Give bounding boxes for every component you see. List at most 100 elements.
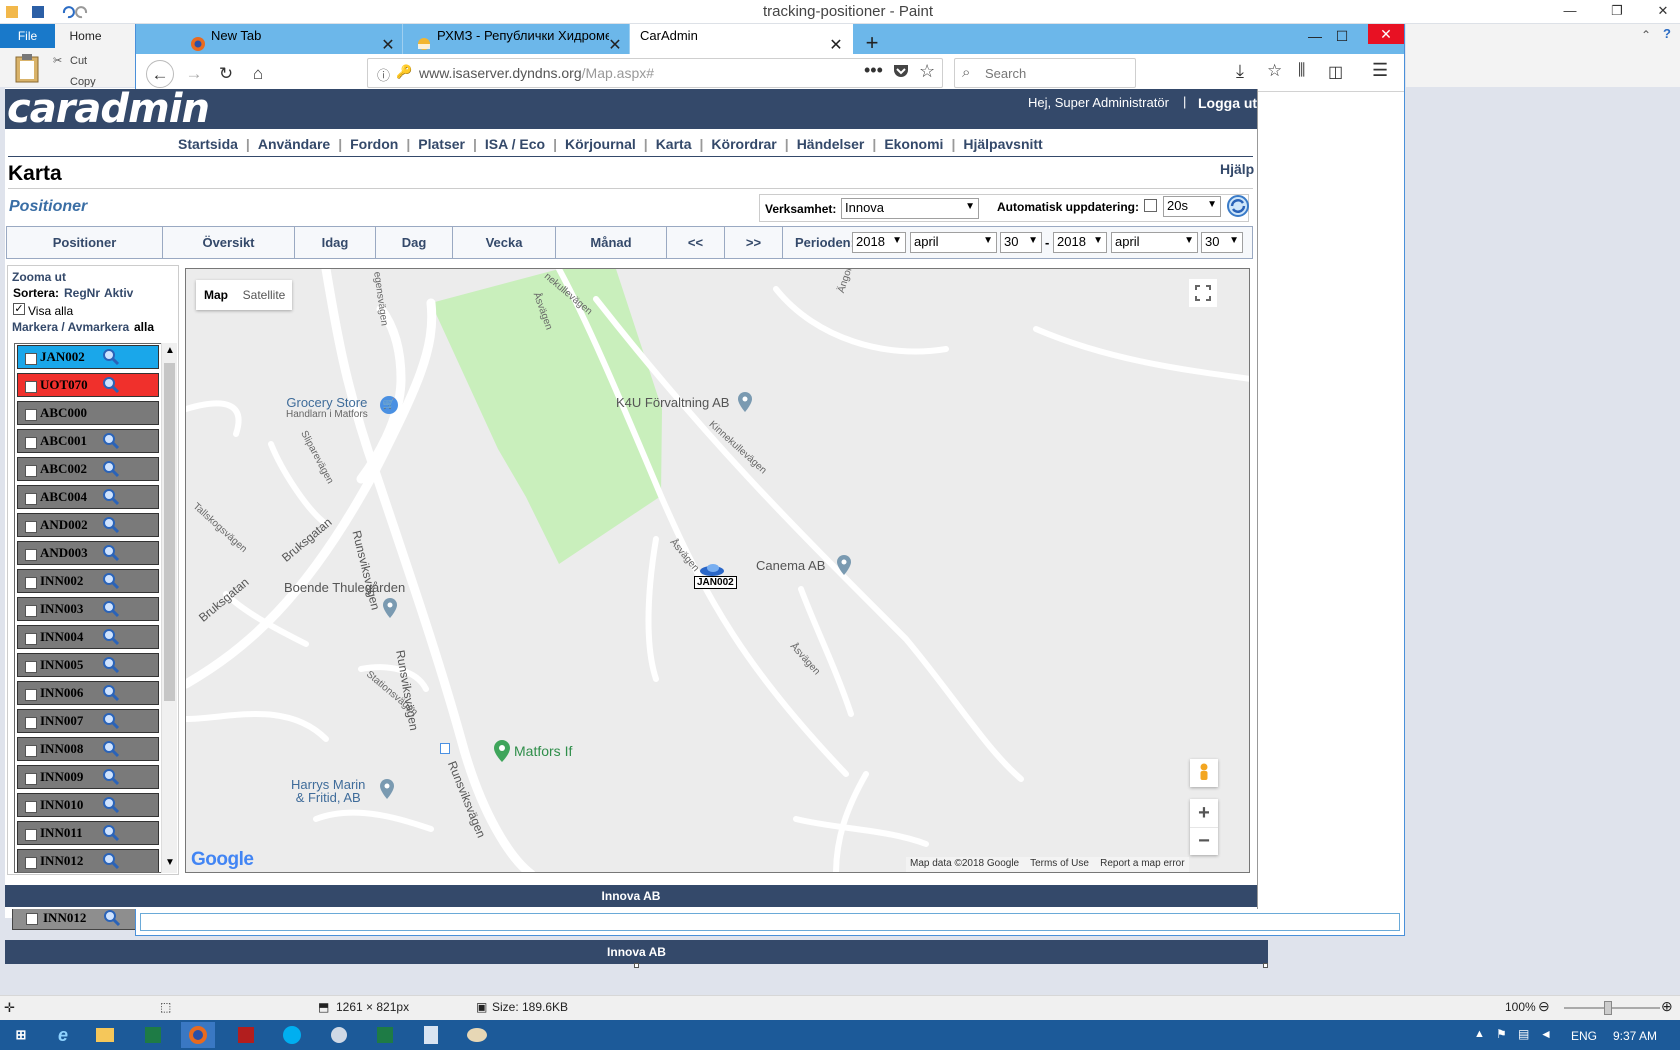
vehicle-row[interactable]: UOT070 [17,373,159,397]
map-type-map-button[interactable]: Map [196,280,236,310]
sort-regnr-link[interactable]: RegNr [64,286,100,300]
browser-close-button[interactable]: ✕ [1368,24,1404,44]
bookmark-star-icon[interactable]: ☆ [919,61,935,82]
vehicle-checkbox[interactable] [25,633,37,645]
excel-icon-1[interactable] [136,1022,170,1048]
vehicle-checkbox[interactable] [25,437,37,449]
zoom-out-link[interactable]: Zooma ut [12,270,66,284]
from-day-select[interactable]: 30 ▼ [1000,232,1042,253]
paint-close-button[interactable]: ✕ [1648,0,1678,22]
browser-minimize-button[interactable]: — [1300,24,1330,48]
vehicle-row[interactable]: INN006 [17,681,159,705]
vehicle-row[interactable]: AND002 [17,513,159,537]
resize-handle-bottom[interactable] [634,963,639,968]
tray-arrow-icon[interactable]: ▲ [1474,1028,1485,1040]
vehicle-row[interactable]: INN002 [17,569,159,593]
menu-fordon[interactable]: Fordon [342,136,406,152]
magnifier-icon[interactable] [102,768,120,786]
vehicle-checkbox[interactable] [25,577,37,589]
sort-aktiv-link[interactable]: Aktiv [104,286,133,300]
vehicle-checkbox[interactable] [25,605,37,617]
menu-hjalpavsnitt[interactable]: Hjälpavsnitt [955,136,1050,152]
resize-handle[interactable] [1263,963,1268,968]
period-idag-button[interactable]: Idag [295,227,376,258]
map-zoom-in-button[interactable]: + [1190,799,1218,827]
vehicle-checkbox[interactable] [25,521,37,533]
magnifier-icon[interactable] [102,572,120,590]
vehicle-checkbox[interactable] [25,493,37,505]
magnifier-icon[interactable] [102,460,120,478]
vehicle-row[interactable]: ABC000 [17,401,159,425]
menu-ekonomi[interactable]: Ekonomi [876,136,951,152]
vehicle-checkbox[interactable] [25,857,37,869]
vehicle-checkbox[interactable] [25,353,37,365]
menu-anvandare[interactable]: Användare [250,136,338,152]
pocket-icon[interactable] [892,63,910,79]
auto-update-interval-select[interactable]: 20s ▼ [1163,196,1221,217]
bookmarks-star-icon[interactable]: ☆ [1267,61,1282,81]
magnifier-icon[interactable] [102,796,120,814]
vehicle-row[interactable]: INN010 [17,793,159,817]
volume-icon[interactable]: ◄ [1540,1027,1552,1041]
vehicle-checkbox[interactable] [25,745,37,757]
filezilla-icon[interactable] [229,1022,263,1048]
forward-button[interactable]: → [180,60,208,88]
vehicle-row[interactable]: INN012 [17,849,159,872]
vehicle-checkbox[interactable] [25,381,37,393]
terms-link[interactable]: Terms of Use [1030,858,1089,869]
ie-icon[interactable]: e [46,1022,80,1048]
zoom-in-icon[interactable]: ⊕ [1661,998,1673,1015]
tab-close-icon[interactable]: ✕ [826,36,846,56]
excel-icon-2[interactable] [368,1022,402,1048]
paint-restore-button[interactable]: ❐ [1602,0,1632,22]
pegman-icon[interactable] [1190,759,1218,787]
library-icon[interactable]: ⫼ [1298,62,1305,80]
magnifier-icon[interactable] [102,656,120,674]
vehicle-row[interactable]: INN003 [17,597,159,621]
scroll-thumb[interactable] [164,363,175,701]
network-icon[interactable]: ▤ [1518,1027,1529,1041]
ribbon-collapse-icon[interactable]: ⌃ [1641,28,1651,42]
vehicle-row[interactable]: INN011 [17,821,159,845]
help-icon[interactable]: ? [1663,26,1671,41]
map-pin-icon[interactable] [737,392,753,414]
from-year-select[interactable]: 2018 ▼ [852,232,906,253]
verksamhet-select[interactable]: Innova ▼ [841,198,979,219]
magnifier-icon[interactable] [102,376,120,394]
vehicle-row[interactable]: INN005 [17,653,159,677]
to-month-select[interactable]: april ▼ [1111,232,1198,253]
menu-handelser[interactable]: Händelser [789,136,873,152]
vehicle-checkbox[interactable] [25,465,37,477]
sidebar-icon[interactable]: ◫ [1328,62,1343,82]
scroll-up-icon[interactable]: ▲ [165,345,175,356]
refresh-icon[interactable] [1226,194,1250,218]
paint-file-tab[interactable]: File [0,24,55,48]
period-next-button[interactable]: >> [725,227,783,258]
menu-platser[interactable]: Platser [410,136,473,152]
app-icon[interactable] [322,1022,356,1048]
magnifier-icon[interactable] [102,544,120,562]
vehicle-checkbox[interactable] [25,717,37,729]
magnifier-icon[interactable] [102,432,120,450]
map-pin-icon[interactable] [836,555,852,577]
paint-minimize-button[interactable]: — [1555,0,1585,22]
magnifier-icon[interactable] [102,516,120,534]
vehicle-marker-label[interactable]: JAN002 [694,576,737,589]
cart-icon[interactable]: 🛒 [380,396,398,414]
period-prev-button[interactable]: << [667,227,725,258]
language-indicator[interactable]: ENG [1571,1029,1597,1043]
report-error-link[interactable]: Report a map error [1100,858,1184,869]
mark-unmark-link[interactable]: Markera / Avmarkera [12,320,129,334]
vehicle-row[interactable]: INN009 [17,765,159,789]
vehicle-checkbox[interactable] [25,661,37,673]
magnifier-icon[interactable] [102,852,120,870]
magnifier-icon[interactable] [102,824,120,842]
zoom-out-icon[interactable]: ⊖ [1538,998,1550,1015]
search-bar[interactable] [954,58,1136,88]
logout-link[interactable]: Logga ut [1198,95,1257,111]
sports-pin-icon[interactable] [493,740,511,764]
magnifier-icon[interactable] [102,712,120,730]
explorer-icon[interactable] [88,1022,122,1048]
period-manad-button[interactable]: Månad [556,227,667,258]
vehicle-list-scrollbar[interactable]: ▲ ▼ [161,343,177,873]
